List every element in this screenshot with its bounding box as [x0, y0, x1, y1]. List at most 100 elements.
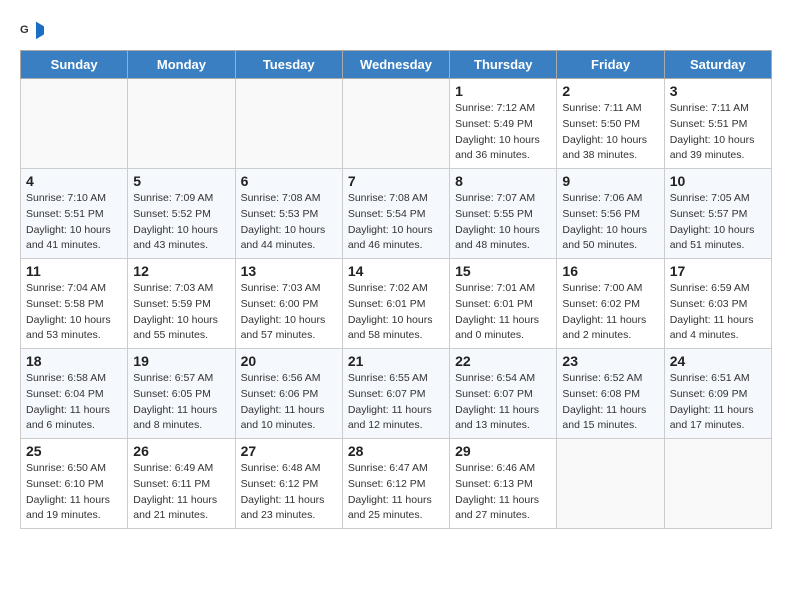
- calendar-cell: 15 Sunrise: 7:01 AM Sunset: 6:01 PM Dayli…: [450, 259, 557, 349]
- day-info: Sunrise: 6:58 AM Sunset: 6:04 PM Dayligh…: [26, 371, 122, 434]
- day-info: Sunrise: 7:08 AM Sunset: 5:53 PM Dayligh…: [241, 191, 337, 254]
- day-info: Sunrise: 7:03 AM Sunset: 5:59 PM Dayligh…: [133, 281, 229, 344]
- day-number: 15: [455, 263, 551, 279]
- calendar-cell: 5 Sunrise: 7:09 AM Sunset: 5:52 PM Daylig…: [128, 169, 235, 259]
- calendar-cell: 2 Sunrise: 7:11 AM Sunset: 5:50 PM Daylig…: [557, 79, 664, 169]
- day-info: Sunrise: 6:51 AM Sunset: 6:09 PM Dayligh…: [670, 371, 766, 434]
- calendar-cell: 17 Sunrise: 6:59 AM Sunset: 6:03 PM Dayli…: [664, 259, 771, 349]
- calendar-cell: 23 Sunrise: 6:52 AM Sunset: 6:08 PM Dayli…: [557, 349, 664, 439]
- calendar-cell: 27 Sunrise: 6:48 AM Sunset: 6:12 PM Dayli…: [235, 439, 342, 529]
- day-number: 28: [348, 443, 444, 459]
- day-number: 6: [241, 173, 337, 189]
- day-number: 13: [241, 263, 337, 279]
- calendar-cell: 11 Sunrise: 7:04 AM Sunset: 5:58 PM Dayli…: [21, 259, 128, 349]
- logo-icon: G: [20, 20, 44, 40]
- day-info: Sunrise: 7:08 AM Sunset: 5:54 PM Dayligh…: [348, 191, 444, 254]
- day-info: Sunrise: 7:02 AM Sunset: 6:01 PM Dayligh…: [348, 281, 444, 344]
- weekday-header-friday: Friday: [557, 51, 664, 79]
- calendar-cell: 14Sunrise: 7:02 AM Sunset: 6:01 PM Dayli…: [342, 259, 449, 349]
- day-number: 1: [455, 83, 551, 99]
- calendar-cell: [342, 79, 449, 169]
- day-info: Sunrise: 6:49 AM Sunset: 6:11 PM Dayligh…: [133, 461, 229, 524]
- calendar-cell: 24 Sunrise: 6:51 AM Sunset: 6:09 PM Dayli…: [664, 349, 771, 439]
- page-header: G: [20, 20, 772, 40]
- calendar-cell: 19 Sunrise: 6:57 AM Sunset: 6:05 PM Dayli…: [128, 349, 235, 439]
- day-info: Sunrise: 6:55 AM Sunset: 6:07 PM Dayligh…: [348, 371, 444, 434]
- day-info: Sunrise: 7:09 AM Sunset: 5:52 PM Dayligh…: [133, 191, 229, 254]
- day-info: Sunrise: 7:03 AM Sunset: 6:00 PM Dayligh…: [241, 281, 337, 344]
- calendar-cell: 25 Sunrise: 6:50 AM Sunset: 6:10 PM Dayli…: [21, 439, 128, 529]
- day-number: 10: [670, 173, 766, 189]
- calendar-cell: [664, 439, 771, 529]
- day-number: 18: [26, 353, 122, 369]
- weekday-header-thursday: Thursday: [450, 51, 557, 79]
- calendar-cell: 4 Sunrise: 7:10 AM Sunset: 5:51 PM Daylig…: [21, 169, 128, 259]
- day-number: 5: [133, 173, 229, 189]
- day-number: 24: [670, 353, 766, 369]
- day-info: Sunrise: 6:59 AM Sunset: 6:03 PM Dayligh…: [670, 281, 766, 344]
- calendar-cell: 18 Sunrise: 6:58 AM Sunset: 6:04 PM Dayli…: [21, 349, 128, 439]
- weekday-header-sunday: Sunday: [21, 51, 128, 79]
- day-info: Sunrise: 7:12 AM Sunset: 5:49 PM Dayligh…: [455, 101, 551, 164]
- calendar-cell: 26Sunrise: 6:49 AM Sunset: 6:11 PM Dayli…: [128, 439, 235, 529]
- weekday-header-tuesday: Tuesday: [235, 51, 342, 79]
- day-number: 29: [455, 443, 551, 459]
- day-number: 2: [562, 83, 658, 99]
- day-info: Sunrise: 6:57 AM Sunset: 6:05 PM Dayligh…: [133, 371, 229, 434]
- calendar-cell: 10 Sunrise: 7:05 AM Sunset: 5:57 PM Dayli…: [664, 169, 771, 259]
- day-info: Sunrise: 6:47 AM Sunset: 6:12 PM Dayligh…: [348, 461, 444, 524]
- day-info: Sunrise: 7:11 AM Sunset: 5:51 PM Dayligh…: [670, 101, 766, 164]
- day-number: 21: [348, 353, 444, 369]
- day-number: 23: [562, 353, 658, 369]
- weekday-header-saturday: Saturday: [664, 51, 771, 79]
- day-number: 3: [670, 83, 766, 99]
- day-info: Sunrise: 6:46 AM Sunset: 6:13 PM Dayligh…: [455, 461, 551, 524]
- day-info: Sunrise: 7:11 AM Sunset: 5:50 PM Dayligh…: [562, 101, 658, 164]
- day-info: Sunrise: 6:56 AM Sunset: 6:06 PM Dayligh…: [241, 371, 337, 434]
- day-number: 7: [348, 173, 444, 189]
- day-number: 17: [670, 263, 766, 279]
- day-number: 12: [133, 263, 229, 279]
- calendar-cell: [128, 79, 235, 169]
- day-number: 19: [133, 353, 229, 369]
- calendar-cell: 16 Sunrise: 7:00 AM Sunset: 6:02 PM Dayli…: [557, 259, 664, 349]
- weekday-header-monday: Monday: [128, 51, 235, 79]
- calendar-cell: 12 Sunrise: 7:03 AM Sunset: 5:59 PM Dayli…: [128, 259, 235, 349]
- day-info: Sunrise: 6:50 AM Sunset: 6:10 PM Dayligh…: [26, 461, 122, 524]
- day-number: 8: [455, 173, 551, 189]
- calendar-cell: 9 Sunrise: 7:06 AM Sunset: 5:56 PM Daylig…: [557, 169, 664, 259]
- logo: G: [20, 20, 48, 40]
- day-info: Sunrise: 7:05 AM Sunset: 5:57 PM Dayligh…: [670, 191, 766, 254]
- day-info: Sunrise: 6:48 AM Sunset: 6:12 PM Dayligh…: [241, 461, 337, 524]
- day-info: Sunrise: 7:01 AM Sunset: 6:01 PM Dayligh…: [455, 281, 551, 344]
- day-info: Sunrise: 6:54 AM Sunset: 6:07 PM Dayligh…: [455, 371, 551, 434]
- calendar-cell: 22 Sunrise: 6:54 AM Sunset: 6:07 PM Dayli…: [450, 349, 557, 439]
- calendar-cell: 28 Sunrise: 6:47 AM Sunset: 6:12 PM Dayli…: [342, 439, 449, 529]
- calendar-cell: [235, 79, 342, 169]
- day-number: 9: [562, 173, 658, 189]
- calendar-cell: [21, 79, 128, 169]
- day-info: Sunrise: 7:10 AM Sunset: 5:51 PM Dayligh…: [26, 191, 122, 254]
- day-info: Sunrise: 6:52 AM Sunset: 6:08 PM Dayligh…: [562, 371, 658, 434]
- day-number: 22: [455, 353, 551, 369]
- day-number: 25: [26, 443, 122, 459]
- calendar-cell: [557, 439, 664, 529]
- svg-text:G: G: [20, 24, 29, 36]
- calendar-cell: 8 Sunrise: 7:07 AM Sunset: 5:55 PM Daylig…: [450, 169, 557, 259]
- day-number: 20: [241, 353, 337, 369]
- day-number: 27: [241, 443, 337, 459]
- day-number: 4: [26, 173, 122, 189]
- calendar-table: SundayMondayTuesdayWednesdayThursdayFrid…: [20, 50, 772, 529]
- calendar-cell: 1 Sunrise: 7:12 AM Sunset: 5:49 PM Daylig…: [450, 79, 557, 169]
- calendar-cell: 6 Sunrise: 7:08 AM Sunset: 5:53 PM Daylig…: [235, 169, 342, 259]
- calendar-cell: 21 Sunrise: 6:55 AM Sunset: 6:07 PM Dayli…: [342, 349, 449, 439]
- day-info: Sunrise: 7:06 AM Sunset: 5:56 PM Dayligh…: [562, 191, 658, 254]
- day-info: Sunrise: 7:00 AM Sunset: 6:02 PM Dayligh…: [562, 281, 658, 344]
- day-number: 16: [562, 263, 658, 279]
- day-info: Sunrise: 7:07 AM Sunset: 5:55 PM Dayligh…: [455, 191, 551, 254]
- day-info: Sunrise: 7:04 AM Sunset: 5:58 PM Dayligh…: [26, 281, 122, 344]
- day-number: 11: [26, 263, 122, 279]
- weekday-header-wednesday: Wednesday: [342, 51, 449, 79]
- calendar-cell: 13 Sunrise: 7:03 AM Sunset: 6:00 PM Dayli…: [235, 259, 342, 349]
- calendar-cell: 20 Sunrise: 6:56 AM Sunset: 6:06 PM Dayli…: [235, 349, 342, 439]
